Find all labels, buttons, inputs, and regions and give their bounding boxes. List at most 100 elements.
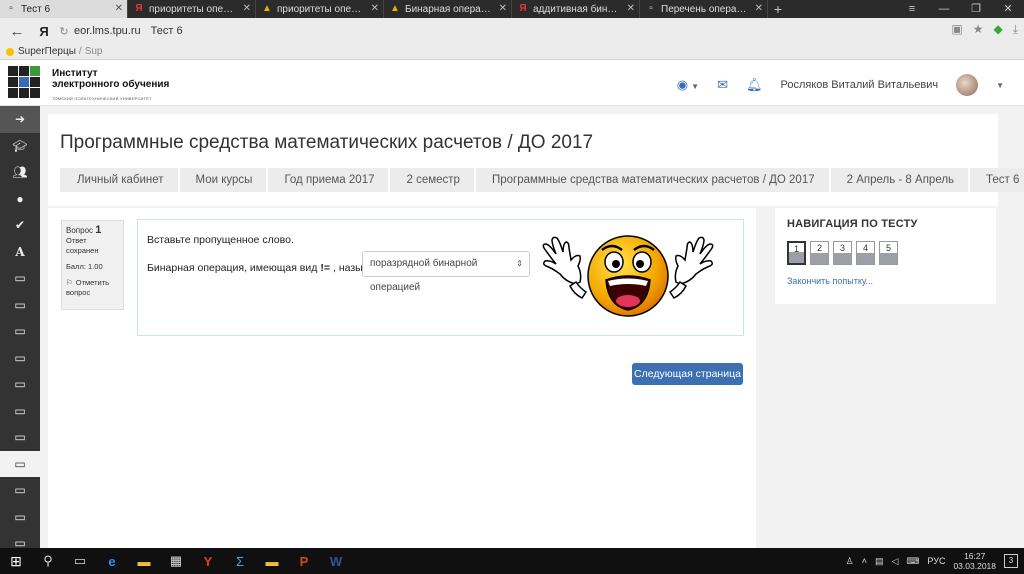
breadcrumb-item[interactable]: Личный кабинет — [60, 168, 178, 192]
new-tab-button[interactable]: + — [768, 0, 788, 18]
quiz-nav-button[interactable]: 2 — [810, 241, 829, 265]
answer-select[interactable]: поразрядной бинарной операцией ⇕ — [362, 251, 530, 293]
question-mark: Балл: 1.00 — [66, 262, 103, 271]
speaker-icon[interactable]: ◁ — [892, 556, 899, 567]
user-name[interactable]: Росляков Виталий Витальевич — [781, 79, 939, 91]
users-icon[interactable]: 👥︎ — [0, 159, 40, 186]
breadcrumb-item[interactable]: 2 семестр — [390, 168, 474, 192]
org-subline: ТОМСКИЙ ПОЛИТЕХНИЧЕСКИЙ УНИВЕРСИТЕТ — [52, 96, 152, 101]
sidebar-toggle-icon[interactable]: ➜ — [0, 106, 40, 133]
bookmark-item[interactable]: SuperПерцы — [6, 46, 76, 57]
envelope-icon[interactable]: ✉ — [717, 77, 728, 93]
shield-icon[interactable]: ◆ — [993, 22, 1002, 37]
minimize-icon[interactable]: — — [928, 0, 960, 18]
breadcrumb-item[interactable]: 2 Апрель - 8 Апрель — [830, 168, 969, 192]
folder-icon[interactable]: ▭ — [0, 504, 40, 531]
yandex-browser-icon[interactable]: Y — [192, 548, 224, 574]
browser-tab[interactable]: ▲ Бинарная операция, имею ✕ — [384, 0, 512, 18]
image-icon: ▲ — [262, 3, 272, 14]
menu-icon[interactable]: ≡ — [896, 0, 928, 18]
quiz-nav-button[interactable]: 1 — [787, 241, 806, 265]
task-view-icon[interactable]: ▭ — [64, 548, 96, 574]
next-page-button[interactable]: Следующая страница — [632, 363, 743, 385]
close-icon[interactable]: ✕ — [755, 3, 763, 14]
folder-icon[interactable]: ▭ — [0, 398, 40, 425]
yandex-logo-icon[interactable]: Я — [34, 24, 54, 39]
powerpoint-icon[interactable]: P — [288, 548, 320, 574]
org-line: электронного обучения — [52, 79, 170, 90]
site-header: Институт электронного обучения ТОМСКИЙ П… — [0, 60, 1024, 106]
windows-start-icon[interactable]: ⊞ — [0, 548, 32, 574]
reload-icon[interactable]: ↻ — [54, 25, 74, 38]
notifications-icon[interactable]: 3 — [1004, 554, 1018, 568]
browser-tab-title: приоритеты операций в вы — [277, 3, 377, 15]
breadcrumb-item[interactable]: Мои курсы — [179, 168, 267, 192]
browser-tab-title: Перечень операций — [661, 3, 754, 15]
folder-icon[interactable]: ▭ — [0, 265, 40, 292]
chevron-up-icon[interactable]: ˄ — [862, 556, 867, 566]
folder-icon[interactable]: ▭ — [0, 345, 40, 372]
clock[interactable]: 16:27 03.03.2018 — [953, 551, 996, 571]
search-icon[interactable]: ⚲ — [32, 548, 64, 574]
breadcrumb-item[interactable]: Тест 6 — [970, 168, 1024, 192]
edge-icon[interactable]: e — [96, 548, 128, 574]
mathcad-icon[interactable]: Σ — [224, 548, 256, 574]
browser-tab-title: приоритеты операций в вы — [149, 3, 249, 15]
bell-icon[interactable]: 🔔︎ — [746, 77, 763, 93]
close-icon[interactable]: ✕ — [371, 3, 379, 14]
breadcrumb-item[interactable]: Программные средства математических расч… — [475, 168, 829, 192]
folder-icon[interactable]: ▭ — [0, 477, 40, 504]
browser-tab[interactable]: ▫ Тест 6 ✕ — [0, 0, 128, 18]
close-icon[interactable]: ✕ — [499, 3, 507, 14]
language-indicator[interactable]: РУС — [927, 556, 945, 566]
question-operator: != — [320, 262, 331, 274]
finish-attempt-link[interactable]: Закончить попытку... — [787, 276, 873, 286]
browser-tab[interactable]: Я приоритеты операций в вы ✕ — [128, 0, 256, 18]
url-text[interactable]: eor.lms.tpu.ru — [74, 25, 141, 37]
breadcrumb-item[interactable]: Год приема 2017 — [268, 168, 389, 192]
keyboard-icon[interactable]: ⌨ — [906, 556, 919, 567]
browser-tab[interactable]: ▲ приоритеты операций в вы ✕ — [256, 0, 384, 18]
screaming-smiley-image — [542, 235, 714, 317]
word-icon[interactable]: W — [320, 548, 352, 574]
person-icon[interactable]: ♙ — [846, 556, 854, 567]
font-icon[interactable]: A — [0, 239, 40, 266]
close-icon[interactable]: ✕ — [627, 3, 635, 14]
institute-logo[interactable] — [8, 66, 40, 98]
check-circle-icon[interactable]: ✔ — [0, 212, 40, 239]
bookmark-item[interactable]: Sup — [85, 46, 103, 57]
network-icon[interactable]: ▤ — [875, 556, 884, 567]
close-icon[interactable]: ✕ — [115, 3, 123, 14]
system-tray: ♙ ˄ ▤ ◁ ⌨ РУС 16:27 03.03.2018 3 — [846, 548, 1024, 574]
folder-icon[interactable]: ▭ — [0, 318, 40, 345]
download-icon[interactable]: ⤓ — [1013, 22, 1018, 37]
flag-question[interactable]: ⚐ Отметить — [66, 278, 119, 288]
graduation-cap-icon[interactable]: 🎓︎ — [0, 133, 40, 160]
avatar[interactable] — [956, 74, 979, 96]
quiz-nav-button[interactable]: 5 — [879, 241, 898, 265]
chevron-down-icon[interactable]: ▼ — [996, 81, 1004, 90]
folder-icon[interactable]: ▭ — [0, 292, 40, 319]
browser-tab[interactable]: Я аддитивная бинарная опер ✕ — [512, 0, 640, 18]
quiz-nav-button[interactable]: 3 — [833, 241, 852, 265]
translate-icon[interactable]: ▣ — [951, 22, 962, 37]
bookmark-separator: / — [78, 46, 82, 57]
maximize-icon[interactable]: ❐ — [960, 0, 992, 18]
language-menu[interactable]: ◉ ▼ — [677, 77, 699, 93]
folder-icon[interactable]: ▬ — [256, 548, 288, 574]
folder-icon[interactable]: ▭ — [0, 371, 40, 398]
page-icon: ▫ — [649, 3, 653, 14]
circle-icon[interactable]: ● — [0, 186, 40, 213]
back-arrow-icon[interactable]: ← — [0, 23, 34, 40]
store-icon[interactable]: ▦ — [160, 548, 192, 574]
close-icon[interactable]: ✕ — [243, 3, 251, 14]
star-icon[interactable]: ★ — [973, 22, 984, 37]
left-hand-icon — [542, 236, 588, 299]
file-explorer-icon[interactable]: ▬ — [128, 548, 160, 574]
folder-icon[interactable]: ▭ — [0, 450, 40, 477]
close-icon[interactable]: ✕ — [992, 0, 1024, 18]
quiz-nav-button[interactable]: 4 — [856, 241, 875, 265]
browser-tab[interactable]: ▫ Перечень операций ✕ — [640, 0, 768, 18]
folder-icon[interactable]: ▭ — [0, 424, 40, 451]
address-bar: ← Я ↻ eor.lms.tpu.ru Тест 6 ▣ ★ ◆ ⤓ — [0, 18, 1024, 44]
